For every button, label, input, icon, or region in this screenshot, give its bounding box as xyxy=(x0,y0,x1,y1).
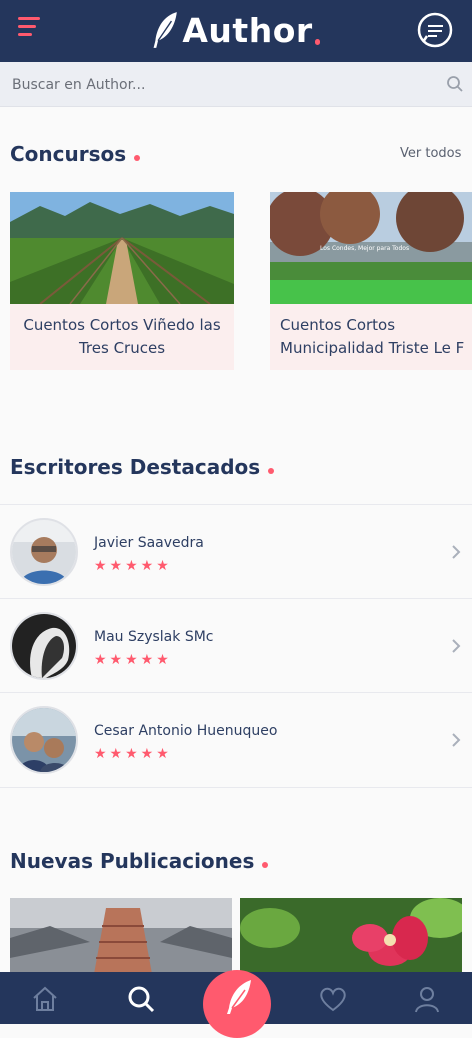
publication-card[interactable] xyxy=(240,898,462,974)
publicaciones-title: Nuevas Publicaciones xyxy=(10,849,255,873)
banner-text: Los Condes, Mejor para Todos xyxy=(320,245,409,252)
search-bar xyxy=(0,62,472,107)
ver-todos-link[interactable]: Ver todos xyxy=(400,146,461,161)
writer-name: Javier Saavedra xyxy=(94,535,204,551)
contest-card[interactable]: Cuentos Cortos Viñedo las Tres Cruces xyxy=(10,192,234,370)
rating-stars: ★★★★★ xyxy=(94,746,172,762)
writer-row[interactable]: Javier Saavedra ★★★★★ xyxy=(0,504,472,599)
flower-image xyxy=(240,898,462,974)
write-button[interactable] xyxy=(203,970,271,1038)
writer-row[interactable]: Mau Szyslak SMc ★★★★★ xyxy=(0,598,472,693)
contest-caption: Cuentos Cortos Viñedo las Tres Cruces xyxy=(10,304,234,370)
home-icon[interactable] xyxy=(30,984,60,1014)
feather-logo-icon xyxy=(153,12,177,48)
app-logo: Author xyxy=(150,4,320,56)
concursos-heading: Concursos xyxy=(10,142,141,166)
tower-image xyxy=(10,898,232,974)
escritores-heading: Escritores Destacados xyxy=(10,455,275,479)
chevron-right-icon[interactable] xyxy=(450,731,462,749)
search-icon[interactable] xyxy=(126,984,156,1014)
contest-caption: Cuentos Cortos Municipalidad Triste Le F xyxy=(270,304,472,370)
menu-icon[interactable] xyxy=(18,17,44,41)
publication-card[interactable] xyxy=(10,898,232,974)
publicaciones-heading: Nuevas Publicaciones xyxy=(10,849,269,873)
writer-name: Cesar Antonio Huenuqueo xyxy=(94,723,278,739)
heart-icon[interactable] xyxy=(318,984,348,1014)
chat-icon[interactable] xyxy=(416,11,454,49)
writer-row[interactable]: Cesar Antonio Huenuqueo ★★★★★ xyxy=(0,692,472,788)
top-bar: Author xyxy=(0,0,472,62)
user-icon[interactable] xyxy=(412,984,442,1014)
logo-dot xyxy=(314,39,320,45)
escritores-title: Escritores Destacados xyxy=(10,455,261,479)
accent-dot xyxy=(268,468,275,474)
concursos-title: Concursos xyxy=(10,142,127,166)
rating-stars: ★★★★★ xyxy=(94,558,172,574)
feather-icon xyxy=(227,980,251,1014)
logo-text: Author xyxy=(182,10,313,50)
search-icon[interactable] xyxy=(446,75,464,93)
accent-dot xyxy=(134,155,141,161)
chevron-right-icon[interactable] xyxy=(450,543,462,561)
vineyard-image xyxy=(10,192,234,304)
avatar xyxy=(10,518,78,586)
writer-name: Mau Szyslak SMc xyxy=(94,629,214,645)
chevron-right-icon[interactable] xyxy=(450,637,462,655)
avatar xyxy=(10,706,78,774)
search-input[interactable] xyxy=(10,72,434,98)
accent-dot xyxy=(262,862,269,868)
contest-card[interactable]: Los Condes, Mejor para Todos Cuentos Cor… xyxy=(270,192,472,370)
avatar xyxy=(10,612,78,680)
rating-stars: ★★★★★ xyxy=(94,652,172,668)
park-image: Los Condes, Mejor para Todos xyxy=(270,192,472,304)
